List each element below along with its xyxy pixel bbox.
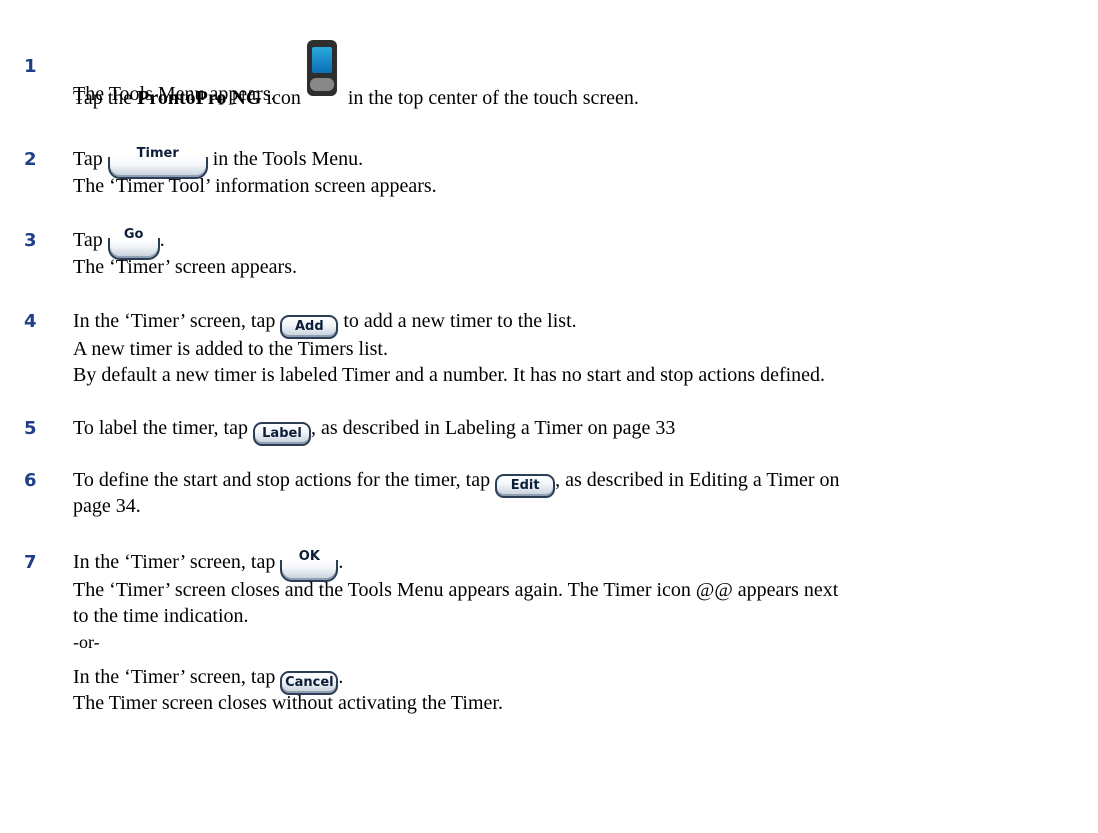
step-number: 5 (24, 418, 37, 439)
step-result: The Tools Menu appears. (73, 83, 276, 105)
or-separator: -or- (73, 632, 100, 652)
step-alt-result: The Timer screen closes without activati… (73, 692, 503, 714)
step-number: 1 (24, 56, 37, 77)
step-note: By default a new timer is labeled Timer … (73, 364, 826, 386)
edit-button: Edit (495, 474, 556, 498)
text: In the ‘Timer’ screen, tap (73, 551, 281, 573)
step-result: The ‘Timer Tool’ information screen appe… (73, 175, 437, 197)
step-number: 4 (24, 311, 37, 332)
step-text-continued: page 34. (73, 495, 141, 517)
step-text: To define the start and stop actions for… (73, 467, 840, 498)
text: in the Tools Menu. (207, 148, 364, 170)
text: In the ‘Timer’ screen, tap (73, 310, 281, 332)
step-text: In the ‘Timer’ screen, tap Add to add a … (73, 308, 577, 339)
step-result: The ‘Timer’ screen closes and the Tools … (73, 579, 839, 601)
step-number: 3 (24, 230, 37, 251)
step-number: 6 (24, 470, 37, 491)
step-result-continued: to the time indication. (73, 605, 249, 627)
step-result: A new timer is added to the Timers list. (73, 338, 388, 360)
label-button: Label (252, 422, 311, 446)
step-result: The ‘Timer’ screen appears. (73, 256, 297, 278)
text: . (159, 229, 165, 251)
step-text: To label the timer, tap Label, as descri… (73, 415, 675, 446)
text: to add a new timer to the list. (338, 310, 577, 332)
text: . (338, 551, 344, 573)
step-number: 7 (24, 552, 37, 573)
text: , as described in Editing a Timer on (555, 469, 840, 491)
text: . (338, 666, 344, 688)
text: , as described in Labeling a Timer on pa… (310, 417, 676, 439)
text: To define the start and stop actions for… (73, 469, 496, 491)
text: in the top center of the touch screen. (342, 87, 639, 109)
text: Tap (73, 148, 108, 170)
text: Tap (73, 229, 108, 251)
text: To label the timer, tap (73, 417, 253, 439)
text: In the ‘Timer’ screen, tap (73, 666, 281, 688)
step-number: 2 (24, 149, 37, 170)
prontopro-device-icon (305, 40, 339, 96)
